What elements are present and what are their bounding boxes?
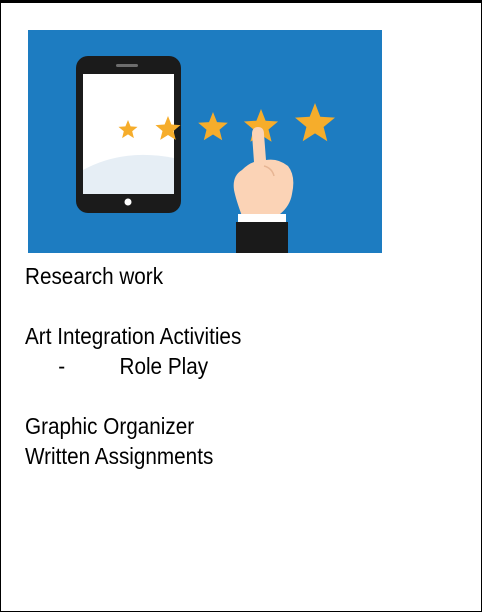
- item-graphic-organizer: Graphic Organizer: [25, 413, 195, 439]
- item-written-assignments: Written Assignments: [25, 443, 214, 469]
- content-list: Research work Art Integration Activities…: [25, 261, 241, 471]
- item-research-work: Research work: [25, 263, 164, 289]
- sub-item-role-play: - Role Play: [25, 351, 241, 381]
- item-art-integration: Art Integration Activities: [25, 323, 242, 349]
- bullet-dash: -: [58, 353, 66, 379]
- slide-page: Research work Art Integration Activities…: [0, 0, 482, 612]
- rating-illustration: [28, 30, 382, 253]
- sub-item-label: Role Play: [119, 353, 209, 379]
